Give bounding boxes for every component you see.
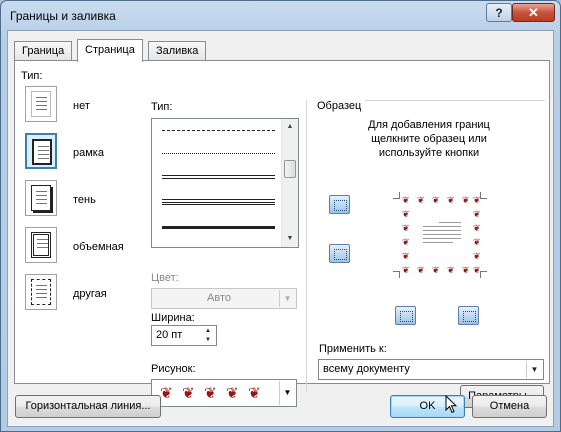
style-thick-thin[interactable] (162, 226, 275, 230)
corner-mark (393, 271, 400, 278)
line-style-list[interactable]: ▲ ▼ (151, 118, 299, 248)
apply-to-combo[interactable]: всему документу ▼ (318, 359, 544, 380)
tab-page-border[interactable]: Страница (77, 39, 143, 62)
scroll-thumb[interactable] (284, 160, 296, 178)
cancel-button[interactable]: Отмена (472, 395, 547, 418)
dialog-title: Границы и заливка (10, 9, 116, 23)
art-border-glyph: ❦ (462, 195, 470, 205)
corner-mark (480, 271, 487, 278)
style-dash-dot[interactable] (162, 153, 275, 154)
setting-3d-label: объемная (73, 241, 124, 253)
help-button[interactable]: ? (486, 3, 512, 22)
art-border-glyph: ❦ (473, 265, 481, 275)
bottom-border-button[interactable] (329, 244, 350, 263)
top-border-button[interactable] (329, 195, 350, 214)
preview-sample-page[interactable]: ❦ ❦ ❦ ❦ ❦ ❦ ❦ ❦ ❦ ❦ ❦ ❦ ❦ ❦ ❦ ❦ ❦ ❦ ❦ ❦ (393, 192, 487, 278)
art-border-glyph: ❦ (473, 209, 481, 219)
setting-shadow-button[interactable] (25, 180, 57, 216)
art-border-glyph: ❦ (417, 195, 425, 205)
chevron-down-icon: ▼ (526, 361, 542, 378)
preview-separator (306, 100, 307, 392)
art-border-glyph: ❦ (402, 223, 410, 233)
preview-divider (365, 100, 545, 101)
color-combo[interactable]: Авто ▼ (151, 288, 297, 309)
scroll-down-icon[interactable]: ▼ (282, 231, 298, 247)
setting-box-button[interactable] (25, 133, 57, 169)
art-glyph: ❦ (248, 385, 261, 402)
art-border-glyph: ❦ (402, 209, 410, 219)
page-shadow-icon (31, 185, 51, 211)
style-double[interactable] (162, 175, 275, 179)
setting-none-button[interactable] (25, 86, 57, 122)
setting-none-label: нет (73, 100, 90, 112)
chevron-down-icon: ▼ (279, 290, 295, 307)
horizontal-line-button[interactable]: Горизонтальная линия... (15, 395, 161, 418)
art-border-glyph: ❦ (432, 265, 440, 275)
color-value: Авто (207, 292, 231, 304)
style-dashed[interactable] (162, 130, 275, 131)
art-border-glyph: ❦ (473, 223, 481, 233)
art-combo[interactable]: ❦ ❦ ❦ ❦ ❦ ▼ (151, 379, 297, 407)
page-custom-icon (31, 279, 51, 305)
art-label: Рисунок: (151, 363, 196, 375)
art-border-glyph: ❦ (473, 237, 481, 247)
left-border-button[interactable] (395, 306, 416, 325)
page-box-icon (32, 139, 52, 165)
corner-mark (480, 192, 487, 199)
setting-shadow-label: тень (73, 194, 96, 206)
setting-custom-label: другая (73, 288, 107, 300)
art-glyph: ❦ (160, 385, 173, 402)
apply-value: всему документу (323, 363, 410, 375)
preview-instructions: Для добавления границ щелкните образец и… (368, 119, 490, 159)
width-label: Ширина: (151, 312, 195, 324)
art-glyph: ❦ (226, 385, 239, 402)
right-border-button[interactable] (458, 306, 479, 325)
setting-header: Тип: (21, 70, 43, 82)
art-border-glyph: ❦ (417, 265, 425, 275)
dialog-client: Граница Страница Заливка Тип: нет рамка (7, 30, 554, 427)
art-border-glyph: ❦ (473, 251, 481, 261)
width-combo[interactable]: 20 пт ▲ ▼ (151, 325, 217, 346)
art-border-glyph: ❦ (402, 237, 410, 247)
style-triple[interactable] (162, 199, 275, 205)
art-border-glyph: ❦ (462, 265, 470, 275)
setting-custom-button[interactable] (25, 274, 57, 310)
art-border-glyph: ❦ (447, 265, 455, 275)
corner-mark (393, 192, 400, 199)
art-border-glyph: ❦ (432, 195, 440, 205)
art-border-glyph: ❦ (402, 265, 410, 275)
art-glyph: ❦ (182, 385, 195, 402)
tab-border[interactable]: Граница (14, 41, 73, 61)
tab-shading[interactable]: Заливка (148, 41, 207, 61)
width-value: 20 пт (156, 329, 183, 341)
page-3d-icon (31, 232, 51, 258)
art-border-glyph: ❦ (402, 251, 410, 261)
page-border-panel: Тип: нет рамка тень объемная другая Тип:… (14, 60, 550, 408)
preview-header: Образец (317, 100, 362, 112)
scroll-up-icon[interactable]: ▲ (282, 119, 298, 135)
mouse-pointer-icon (445, 395, 457, 414)
dialog-window: Границы и заливка ? ✕ Граница Страница З… (0, 0, 561, 432)
close-button[interactable]: ✕ (512, 3, 555, 22)
art-border-glyph: ❦ (473, 195, 481, 205)
spin-down-icon[interactable]: ▼ (201, 336, 215, 345)
spin-up-icon[interactable]: ▲ (201, 327, 215, 336)
title-bar[interactable]: Границы и заливка ? ✕ (1, 1, 560, 31)
page-none-icon (31, 91, 51, 117)
art-border-glyph: ❦ (447, 195, 455, 205)
art-border-glyph: ❦ (402, 195, 410, 205)
chevron-down-icon: ▼ (279, 381, 295, 405)
style-list-scrollbar[interactable]: ▲ ▼ (281, 119, 298, 247)
style-header: Тип: (151, 101, 173, 113)
art-glyph: ❦ (204, 385, 217, 402)
setting-3d-button[interactable] (25, 227, 57, 263)
apply-label: Применить к: (319, 343, 387, 355)
setting-box-label: рамка (73, 147, 104, 159)
color-label: Цвет: (151, 272, 179, 284)
